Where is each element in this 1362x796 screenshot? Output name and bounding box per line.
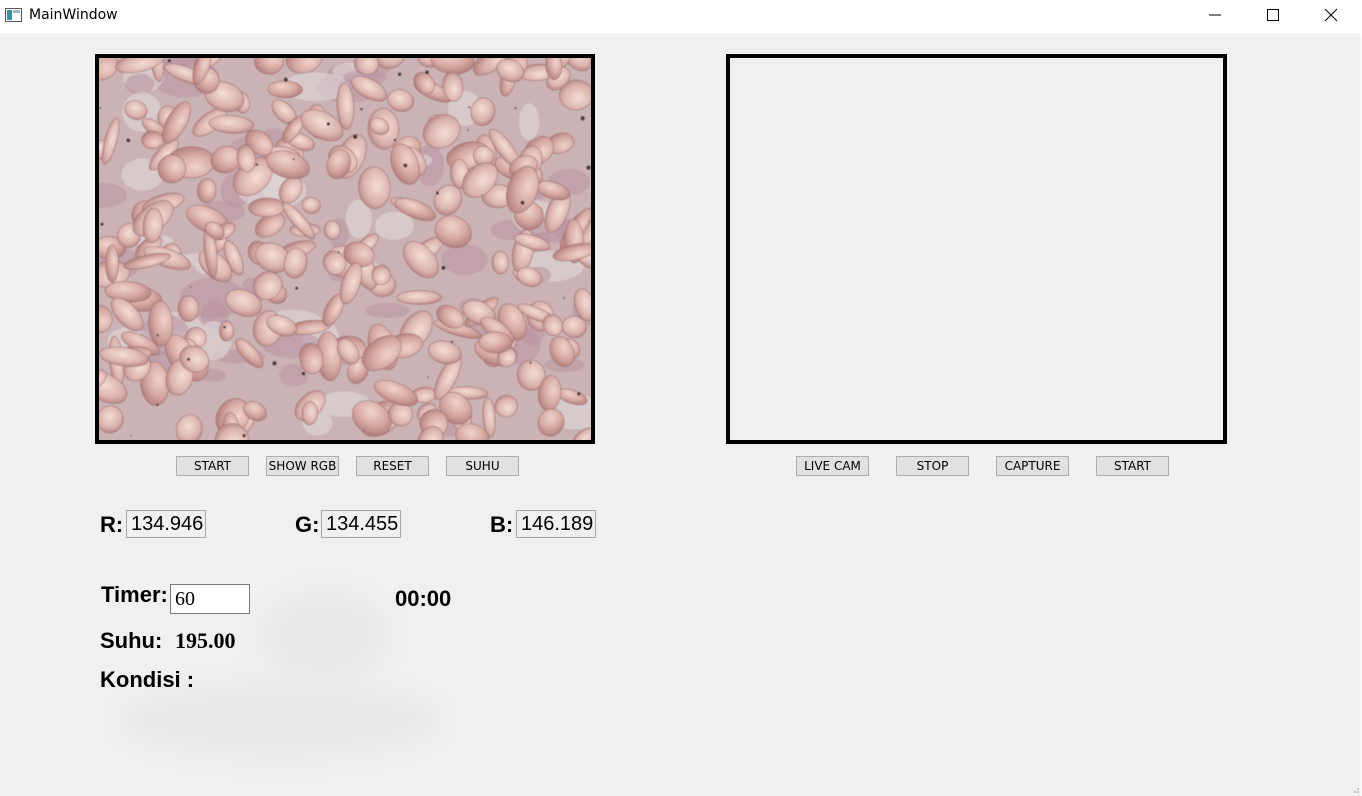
suhu-label: Suhu: bbox=[100, 628, 163, 653]
minimize-icon bbox=[1209, 14, 1221, 16]
start-button[interactable]: START bbox=[176, 456, 249, 476]
r-label: R: bbox=[100, 512, 124, 537]
suhu-button[interactable]: SUHU bbox=[446, 456, 519, 476]
capture-button[interactable]: CAPTURE bbox=[996, 456, 1069, 476]
window-title: MainWindow bbox=[29, 7, 118, 23]
captured-image-frame bbox=[95, 54, 595, 444]
live-cam-button[interactable]: LIVE CAM bbox=[796, 456, 869, 476]
maximize-button[interactable] bbox=[1244, 0, 1302, 30]
close-icon bbox=[1324, 8, 1338, 22]
show-rgb-button[interactable]: SHOW RGB bbox=[266, 456, 339, 476]
suhu-value: 195.00 bbox=[175, 628, 236, 653]
close-button[interactable] bbox=[1302, 0, 1360, 30]
reset-button[interactable]: RESET bbox=[356, 456, 429, 476]
captured-tempeh-image bbox=[99, 58, 591, 440]
g-value: 134.455 bbox=[321, 510, 401, 538]
timer-clock: 00:00 bbox=[395, 586, 452, 611]
maximize-icon bbox=[1267, 9, 1279, 21]
timer-label: Timer: bbox=[101, 582, 168, 607]
start-camera-button[interactable]: START bbox=[1096, 456, 1169, 476]
live-camera-frame bbox=[726, 54, 1227, 444]
stop-button[interactable]: STOP bbox=[896, 456, 969, 476]
minimize-button[interactable] bbox=[1186, 0, 1244, 30]
b-value: 146.189 bbox=[516, 510, 596, 538]
resize-grip-icon[interactable] bbox=[1352, 786, 1360, 794]
app-icon bbox=[5, 8, 22, 22]
kondisi-label: Kondisi : bbox=[100, 667, 195, 692]
r-value: 134.946 bbox=[126, 510, 206, 538]
timer-input[interactable]: 60 bbox=[170, 584, 250, 614]
b-label: B: bbox=[490, 512, 514, 537]
g-label: G: bbox=[295, 512, 320, 537]
title-bar: MainWindow bbox=[0, 0, 1362, 33]
background-smudge bbox=[260, 590, 390, 680]
